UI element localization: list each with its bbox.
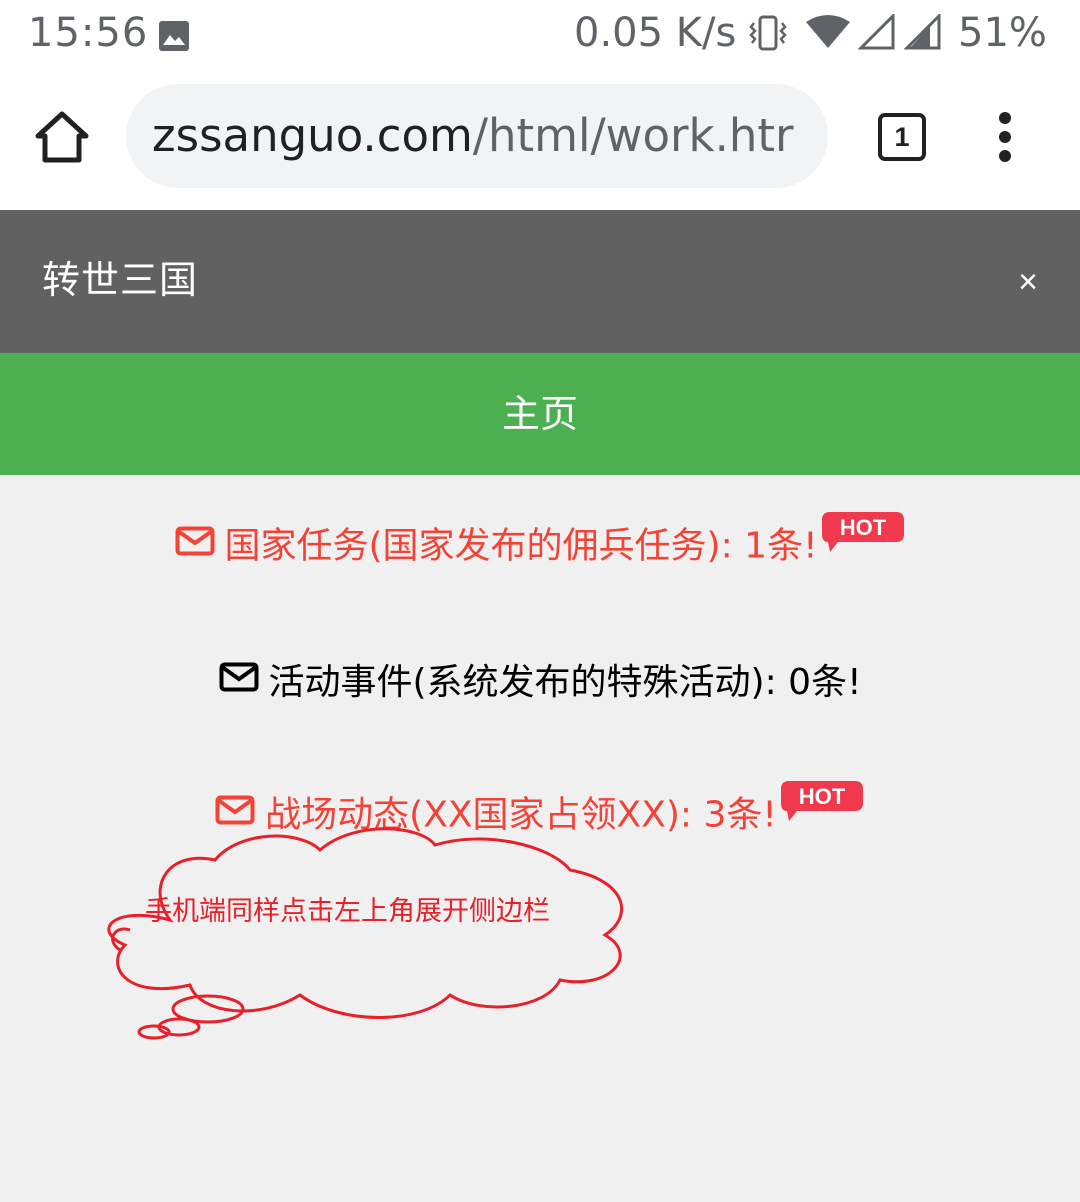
home-icon[interactable] [34,110,90,168]
menu-icon[interactable] [988,112,1024,162]
tab-switcher-button[interactable]: 1 [878,113,926,161]
message-text: 活动事件(系统发布的特殊活动): 0条! [268,662,862,703]
image-icon [158,16,190,62]
url-domain: zssanguo.com [152,109,473,162]
hot-badge-label: HOT [799,784,846,809]
mail-icon [175,515,215,575]
hot-badge: HOT [820,508,906,575]
message-activity-events[interactable]: 活动事件(系统发布的特殊活动): 0条! [0,653,1080,713]
annotation-cloud [107,827,623,1040]
status-bar: 15:56 0.05 K/s 51% [0,0,1080,68]
browser-toolbar: zssanguo.com/html/work.htr 1 [0,68,1080,210]
signal-icon [903,12,942,60]
nav-home-link[interactable]: 主页 [0,353,1080,475]
message-national-tasks[interactable]: 国家任务(国家发布的佣兵任务): 1条! HOT [0,512,1080,575]
close-button[interactable]: × [1008,262,1048,302]
url-path: /html/work.htr [472,109,794,162]
network-speed: 0.05 K/s [574,10,737,56]
annotation-text: 手机端同样点击左上角展开侧边栏 [145,896,550,927]
battery-level: 51% [958,10,1047,56]
url-text: zssanguo.com/html/work.htr [152,108,794,164]
hot-badge-label: HOT [839,515,886,540]
address-bar[interactable]: zssanguo.com/html/work.htr [126,84,828,188]
message-text: 国家任务(国家发布的佣兵任务): 1条! [224,525,818,567]
vibrate-icon [748,13,788,63]
site-title[interactable]: 转世三国 [42,254,198,306]
status-time: 15:56 [28,10,149,56]
wifi-icon [804,14,852,60]
mail-icon [219,651,259,711]
hot-badge: HOT [779,777,865,844]
signal-icon [857,12,896,60]
site-header: 转世三国 × [0,210,1080,353]
